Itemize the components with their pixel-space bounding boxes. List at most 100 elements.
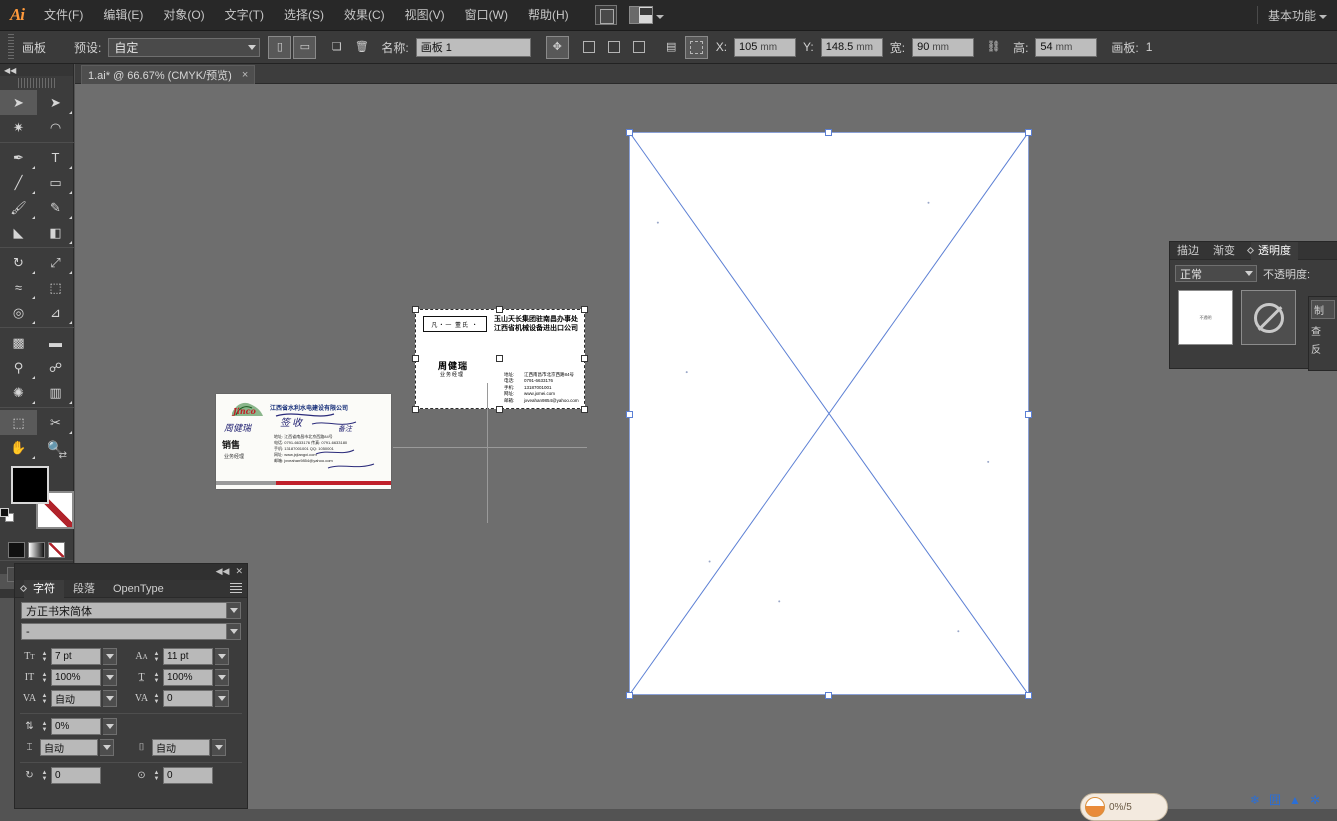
gradient-tool[interactable]: ▬	[37, 330, 74, 355]
extra-stepper[interactable]: ▲ ▼	[152, 767, 161, 784]
menu-type[interactable]: 文字(T)	[215, 0, 274, 31]
blend-tool[interactable]: ☍	[37, 355, 74, 380]
landscape-orientation-icon[interactable]: ▭	[293, 35, 317, 59]
mesh-tool[interactable]: ▩	[0, 330, 37, 355]
fill-swatch[interactable]	[11, 466, 49, 504]
menu-object[interactable]: 对象(O)	[153, 0, 214, 31]
default-fill-stroke-icon[interactable]	[0, 508, 14, 522]
aki-right-input[interactable]: 自动	[152, 739, 210, 756]
selection-handle-bl[interactable]	[412, 406, 419, 413]
leading-dropdown-icon[interactable]	[215, 648, 229, 665]
extra-input[interactable]: 0	[163, 767, 213, 784]
selection-handle-b[interactable]	[496, 406, 503, 413]
artboard-display-icon[interactable]: ▤	[660, 36, 683, 59]
bridge-icon[interactable]	[594, 5, 617, 25]
blob-brush-tool[interactable]: ◣	[0, 220, 37, 245]
scale-tool[interactable]: ⤢	[37, 250, 74, 275]
kerning-dropdown-icon[interactable]	[103, 690, 117, 707]
menu-window[interactable]: 窗口(W)	[455, 0, 518, 31]
direct-selection-tool[interactable]: ➤	[37, 90, 74, 115]
vertical-scale-stepper[interactable]: ▲ ▼	[40, 669, 49, 686]
tab-transparency[interactable]: 透明度	[1251, 241, 1298, 260]
workspace-switcher[interactable]: 基本功能	[1256, 6, 1337, 24]
eyedropper-tool[interactable]: ⚲	[0, 355, 37, 380]
preset-dropdown[interactable]: 自定	[108, 37, 261, 57]
artboard-tool[interactable]: ⬚	[0, 410, 37, 435]
link-dimensions-icon[interactable]: ⛓	[982, 36, 1005, 59]
eraser-tool[interactable]: ◧	[37, 220, 74, 245]
selection-handle-l[interactable]	[412, 355, 419, 362]
lasso-tool[interactable]: ◠	[37, 115, 74, 140]
kerning-input[interactable]: 自动	[51, 690, 101, 707]
rectangle-tool[interactable]: ▭	[37, 170, 74, 195]
aki-left-input[interactable]: 自动	[40, 739, 98, 756]
tools-panel-header[interactable]: ◀◀	[0, 64, 73, 76]
font-size-dropdown-icon[interactable]	[103, 648, 117, 665]
swap-fill-stroke-icon[interactable]: ⇄	[59, 450, 67, 461]
symbol-sprayer-tool[interactable]: ✺	[0, 380, 37, 405]
font-style-dropdown-icon[interactable]	[227, 623, 241, 640]
tools-panel-grip[interactable]	[18, 78, 55, 88]
aki-right-dropdown-icon[interactable]	[212, 739, 226, 756]
font-family-dropdown-icon[interactable]	[227, 602, 241, 619]
artboard-name-input[interactable]: 画板 1	[415, 37, 531, 57]
y-input[interactable]: 148.5 mm	[820, 37, 883, 57]
horizontal-scale-stepper[interactable]: ▲ ▼	[152, 669, 161, 686]
opacity-mask-thumbnail[interactable]	[1241, 290, 1296, 345]
tracking-stepper[interactable]: ▲ ▼	[152, 690, 161, 707]
close-icon[interactable]: ×	[242, 69, 248, 81]
artboard-handle-br[interactable]	[1025, 692, 1032, 699]
portrait-orientation-icon[interactable]: ▯	[268, 35, 292, 59]
artboard-handle-r[interactable]	[1025, 411, 1032, 418]
blend-mode-dropdown[interactable]: 正常	[1175, 265, 1257, 282]
artboard-handle-bl[interactable]	[626, 692, 633, 699]
perspective-grid-tool[interactable]: ⊿	[37, 300, 74, 325]
menu-effect[interactable]: 效果(C)	[334, 0, 395, 31]
free-transform-tool[interactable]: ⬚	[37, 275, 74, 300]
slice-tool[interactable]: ✂	[37, 410, 74, 435]
panel-menu-icon[interactable]	[230, 583, 242, 594]
selection-handle-t[interactable]	[496, 306, 503, 313]
a-icon[interactable]: ▲	[1288, 793, 1302, 807]
horizontal-scale-dropdown-icon[interactable]	[215, 669, 229, 686]
baseline-shift-input[interactable]: 0%	[51, 718, 101, 735]
vertical-scale-input[interactable]: 100%	[51, 669, 101, 686]
show-crosshairs-icon[interactable]	[603, 36, 626, 59]
character-panel-titlebar[interactable]: ◀◀ ✕	[15, 564, 247, 580]
move-copy-artwork-icon[interactable]: ✥	[545, 35, 569, 59]
selection-handle-c[interactable]	[496, 355, 503, 362]
selection-handle-tr[interactable]	[581, 306, 588, 313]
horizontal-scale-input[interactable]: 100%	[163, 669, 213, 686]
aki-left-dropdown-icon[interactable]	[100, 739, 114, 756]
canvas-area[interactable]: Jinco 江西省水利水电建设有限公司 销售 业务经理 地址: 江西省南昌市北京…	[75, 84, 1337, 809]
hand-tool[interactable]: ✋	[0, 435, 37, 460]
width-tool[interactable]: ≈	[0, 275, 37, 300]
font-size-input[interactable]: 7 pt	[51, 648, 101, 665]
kerning-stepper[interactable]: ▲ ▼	[40, 690, 49, 707]
tab-opentype[interactable]: OpenType	[104, 580, 173, 598]
chevron-down-icon[interactable]	[1242, 266, 1256, 281]
rotation-input[interactable]: 0	[51, 767, 101, 784]
object-thumbnail[interactable]: 不透明	[1178, 290, 1233, 345]
height-input[interactable]: 54 mm	[1035, 37, 1098, 57]
line-segment-tool[interactable]: ╱	[0, 170, 37, 195]
menu-select[interactable]: 选择(S)	[274, 0, 334, 31]
notification-popup[interactable]: 0%/5	[1080, 793, 1168, 821]
column-graph-tool[interactable]: ▥	[37, 380, 74, 405]
tab-stroke[interactable]: 描边	[1170, 242, 1206, 260]
tracking-dropdown-icon[interactable]	[215, 690, 229, 707]
ime-icon[interactable]: 囲	[1268, 793, 1282, 807]
settings-icon[interactable]: ✲	[1308, 793, 1322, 807]
baseline-shift-stepper[interactable]: ▲ ▼	[40, 718, 49, 735]
people-icon[interactable]: ❄	[1248, 793, 1262, 807]
close-icon[interactable]: ✕	[235, 566, 243, 577]
menu-view[interactable]: 视图(V)	[395, 0, 455, 31]
menu-edit[interactable]: 编辑(E)	[93, 0, 153, 31]
shape-builder-tool[interactable]: ◎	[0, 300, 37, 325]
font-size-stepper[interactable]: ▲ ▼	[40, 648, 49, 665]
document-tab[interactable]: 1.ai* @ 66.67% (CMYK/预览) ×	[81, 65, 256, 84]
scanned-business-card-image[interactable]: Jinco 江西省水利水电建设有限公司 销售 业务经理 地址: 江西省南昌市北京…	[216, 394, 391, 489]
tab-character[interactable]: 字符	[24, 579, 64, 598]
pencil-tool[interactable]: ✎	[37, 195, 74, 220]
pen-tool[interactable]: ✒	[0, 145, 37, 170]
